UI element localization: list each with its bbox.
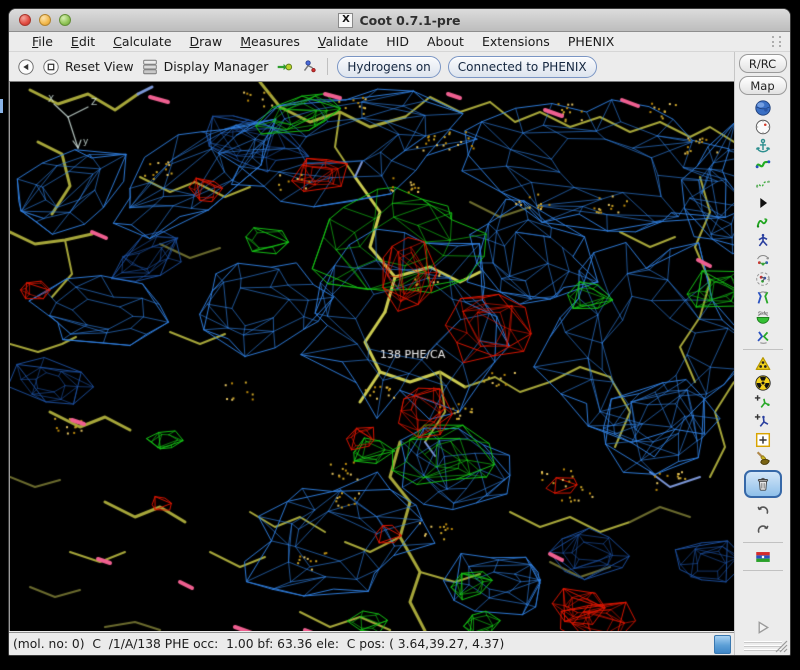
close-button[interactable]	[19, 14, 31, 26]
menu-item-phenix[interactable]: PHENIX	[559, 34, 623, 49]
menu-bar: FileEditCalculateDrawMeasuresValidateHID…	[9, 32, 790, 52]
menu-item-extensions[interactable]: Extensions	[473, 34, 559, 49]
svg-text:Side: Side	[758, 310, 768, 316]
map-button[interactable]: Map	[739, 76, 787, 95]
menu-item-hid[interactable]: HID	[377, 34, 418, 49]
status-bar: (mol. no: 0) C /1/A/138 PHE occ: 1.00 bf…	[9, 632, 734, 655]
gl-canvas[interactable]	[10, 82, 734, 631]
undo-icon[interactable]	[750, 500, 776, 519]
phenix-connection-button[interactable]: Connected to PHENIX	[448, 56, 597, 78]
fill-partial-icon[interactable]	[750, 449, 776, 468]
menu-item-draw[interactable]: Draw	[181, 34, 232, 49]
recentre-icon[interactable]	[750, 117, 776, 136]
rotate-translate-icon[interactable]	[750, 231, 776, 250]
reset-view-icon[interactable]	[17, 58, 35, 76]
play-outline-icon[interactable]	[750, 618, 776, 637]
window-title: X Coot 0.7.1-pre	[338, 13, 460, 28]
right-toolbar: R/RC Map Side	[734, 52, 790, 656]
side-chain-flip-icon[interactable]: Side	[750, 307, 776, 326]
delete-icon[interactable]	[744, 470, 782, 498]
molecule-icon[interactable]	[300, 58, 318, 76]
hydrogens-toggle-button[interactable]: Hydrogens on	[337, 56, 440, 78]
menu-item-validate[interactable]: Validate	[309, 34, 377, 49]
status-text: (mol. no: 0) C /1/A/138 PHE occ: 1.00 bf…	[13, 637, 504, 651]
add-alt-conf-icon[interactable]	[750, 411, 776, 430]
pep-flip-icon[interactable]	[750, 212, 776, 231]
reset-view-button[interactable]: Reset View	[65, 59, 134, 74]
x11-icon: X	[338, 13, 353, 28]
chi-angles-icon[interactable]	[750, 269, 776, 288]
coot-window: X Coot 0.7.1-pre FileEditCalculateDrawMe…	[8, 8, 791, 656]
anchor-icon[interactable]	[750, 136, 776, 155]
menu-item-measures[interactable]: Measures	[231, 34, 309, 49]
minimize-button[interactable]	[39, 14, 51, 26]
refine-rc-button[interactable]: R/RC	[739, 54, 787, 73]
redo-icon[interactable]	[750, 519, 776, 538]
toolbar-separator	[743, 542, 783, 543]
menubar-grip-icon[interactable]	[772, 36, 781, 47]
window-title-text: Coot 0.7.1-pre	[359, 13, 460, 28]
menu-item-file[interactable]: File	[23, 34, 62, 49]
display-manager-button[interactable]: Display Manager	[164, 59, 269, 74]
jed-flip-icon[interactable]	[750, 326, 776, 345]
zoom-button[interactable]	[59, 14, 71, 26]
toolbar-separator	[327, 58, 328, 75]
menu-item-about[interactable]: About	[418, 34, 473, 49]
rotamers-icon[interactable]	[750, 250, 776, 269]
background-window-sliver	[0, 99, 3, 113]
resize-grip-icon[interactable]	[772, 637, 788, 653]
display-manager-icon[interactable]	[141, 58, 159, 76]
title-bar[interactable]: X Coot 0.7.1-pre	[9, 9, 790, 32]
recentre-view-icon[interactable]	[42, 58, 60, 76]
status-scroll-thumb[interactable]	[714, 635, 731, 654]
refine-zone-icon[interactable]	[750, 155, 776, 174]
toolbar-separator	[743, 349, 783, 350]
toolbar-separator	[743, 570, 783, 571]
flag-icon[interactable]	[750, 547, 776, 566]
simple-mutate-icon[interactable]	[750, 373, 776, 392]
view-sphere-icon[interactable]	[750, 98, 776, 117]
fixed-atoms-icon[interactable]	[750, 193, 776, 212]
place-atom-icon[interactable]	[750, 430, 776, 449]
gl-viewport	[9, 81, 734, 631]
mutate-icon[interactable]	[750, 354, 776, 373]
regularize-zone-icon[interactable]	[750, 174, 776, 193]
torsion-flip-icon[interactable]	[750, 288, 776, 307]
add-terminal-icon[interactable]	[750, 392, 776, 411]
menu-item-edit[interactable]: Edit	[62, 34, 104, 49]
go-to-atom-icon[interactable]	[275, 58, 293, 76]
menu-item-calculate[interactable]: Calculate	[104, 34, 180, 49]
main-toolbar: Reset View Display Manager Hydrogens o	[9, 52, 734, 81]
